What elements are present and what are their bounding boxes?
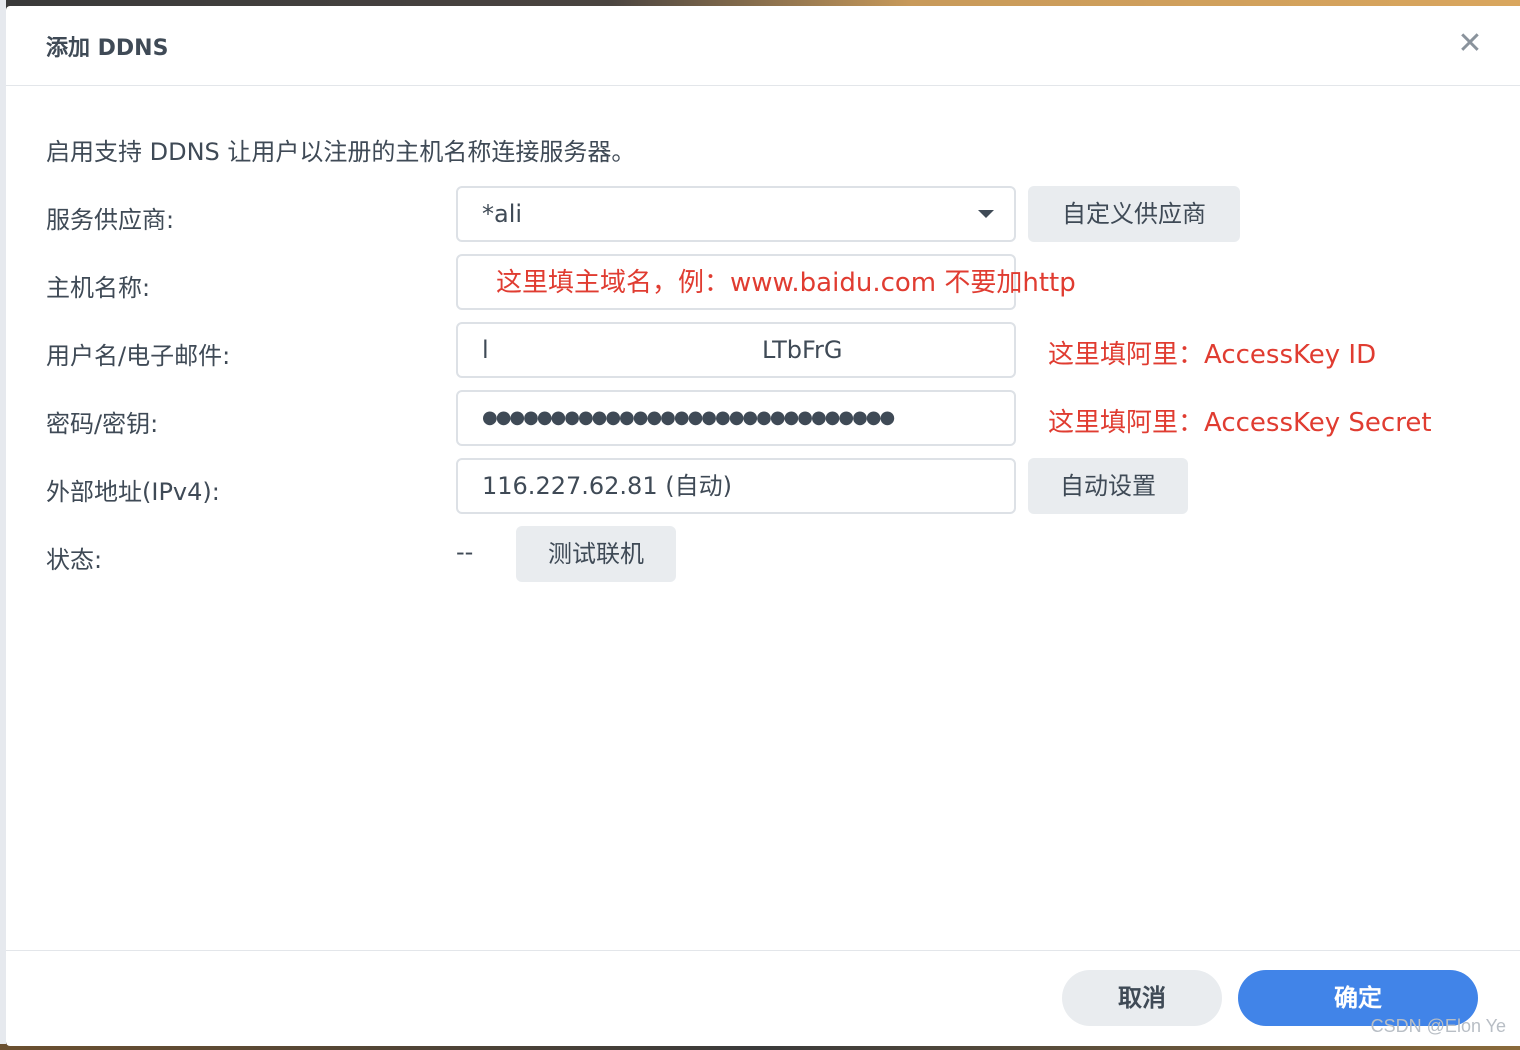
chevron-down-icon <box>978 210 994 218</box>
username-annotation: 这里填阿里：AccessKey ID <box>1048 340 1377 370</box>
test-connection-button[interactable]: 测试联机 <box>516 526 676 582</box>
cancel-button[interactable]: 取消 <box>1062 970 1222 1026</box>
external-ip-label: 外部地址(IPv4): <box>46 478 220 506</box>
custom-provider-button[interactable]: 自定义供应商 <box>1028 186 1240 242</box>
watermark: CSDN @Elon Ye <box>1370 1016 1506 1036</box>
external-ip-input[interactable]: 116.227.62.81 (自动) <box>456 458 1016 514</box>
password-annotation: 这里填阿里：AccessKey Secret <box>1048 408 1432 438</box>
hostname-label: 主机名称: <box>46 274 151 302</box>
provider-select[interactable]: *ali <box>456 186 1016 242</box>
provider-label: 服务供应商: <box>46 206 175 234</box>
username-value-start: l <box>482 336 489 364</box>
dialog-description: 启用支持 DDNS 让用户以注册的主机名称连接服务器。 <box>46 138 636 166</box>
username-label: 用户名/电子邮件: <box>46 342 231 370</box>
password-input[interactable]: ●●●●●●●●●●●●●●●●●●●●●●●●●●●●●● <box>456 390 1016 446</box>
status-value: -- <box>456 538 474 566</box>
password-input-value: ●●●●●●●●●●●●●●●●●●●●●●●●●●●●●● <box>482 407 895 428</box>
password-label: 密码/密钥: <box>46 410 159 438</box>
username-input[interactable]: l LTbFrG <box>456 322 1016 378</box>
status-label: 状态: <box>46 546 103 574</box>
external-ip-value: 116.227.62.81 (自动) <box>482 472 732 500</box>
dialog-title: 添加 DDNS <box>46 36 169 61</box>
close-icon[interactable]: ✕ <box>1456 28 1484 60</box>
auto-setup-button[interactable]: 自动设置 <box>1028 458 1188 514</box>
hostname-annotation: 这里填主域名，例：www.baidu.com 不要加http <box>496 268 1076 298</box>
provider-select-value: *ali <box>482 200 523 228</box>
add-ddns-dialog: 添加 DDNS ✕ 启用支持 DDNS 让用户以注册的主机名称连接服务器。 服务… <box>6 6 1520 1046</box>
username-value-end: LTbFrG <box>762 336 843 364</box>
dialog-header: 添加 DDNS ✕ <box>6 6 1520 86</box>
